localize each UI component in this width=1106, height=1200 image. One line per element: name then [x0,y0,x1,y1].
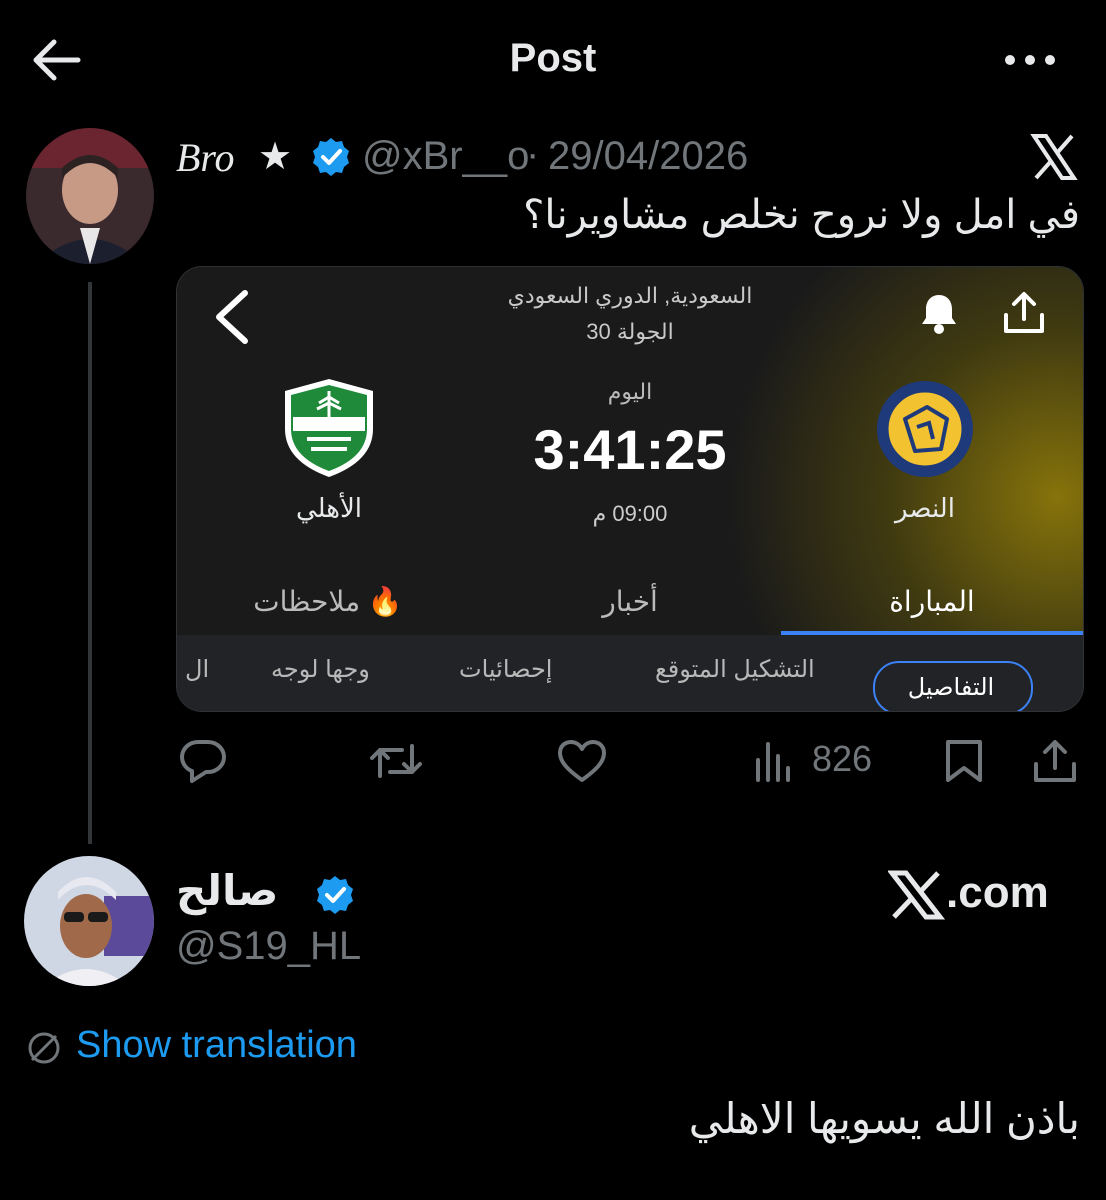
author-handle[interactable]: @S19_HL [176,924,361,969]
show-translation-link[interactable]: Show translation [76,1024,357,1067]
away-team-name: الأهلي [295,493,363,523]
post-text: في امل ولا نروح نخلص مشاويرنا؟ [523,193,1080,237]
subtab-h2h: وجها لوجه [271,656,370,683]
home-team-name: النصر [895,493,955,523]
al-ahli-logo-icon [281,377,377,479]
tab-notes: 🔥 ملاحظات [253,586,403,617]
site-domain: .com [946,868,1049,917]
like-heart-icon[interactable] [556,738,608,784]
subtab-more: ال [185,656,210,683]
x-logo-icon [1030,134,1078,180]
verified-badge-icon[interactable] [314,874,356,916]
views-count[interactable]: 826 [812,738,872,780]
subtab-details: التفاصيل [907,674,995,701]
more-options-icon[interactable] [1000,42,1060,78]
league-label: السعودية, الدوري السعودي [507,283,753,308]
media-image[interactable]: السعودية, الدوري السعودي الجولة 30 اليوم… [176,266,1084,712]
author-name[interactable]: Bro [176,134,235,181]
post-text: باذن الله يسويها الاهلي [688,1095,1080,1142]
round-label: الجولة 30 [586,319,674,344]
tab-match: المباراة [889,586,975,617]
name-star: ★ [258,136,293,178]
post-date[interactable]: 29/04/2026 [548,134,748,179]
x-logo-icon [888,870,946,920]
separator-dot: · [526,132,540,176]
subtab-stats: إحصائيات [459,656,553,683]
al-nassr-logo-icon [875,379,975,479]
page-title: Post [509,36,597,80]
avatar[interactable] [24,856,154,986]
author-name[interactable]: صالح [176,866,278,915]
subtab-lineup: التشكيل المتوقع [655,656,815,683]
retweet-icon[interactable] [368,738,424,784]
translate-globe-icon [26,1030,62,1066]
card-tabs: المباراة أخبار 🔥 ملاحظات [177,585,1083,637]
bookmark-icon[interactable] [942,738,986,784]
reply-icon[interactable] [178,738,228,784]
thread-line [88,282,92,844]
verified-badge-icon[interactable] [310,136,352,178]
avatar[interactable] [26,128,154,264]
tab-news: أخبار [602,586,658,617]
author-handle[interactable]: @xBr__o [362,134,529,179]
share-icon[interactable] [1030,738,1080,784]
views-chart-icon[interactable] [752,738,796,784]
